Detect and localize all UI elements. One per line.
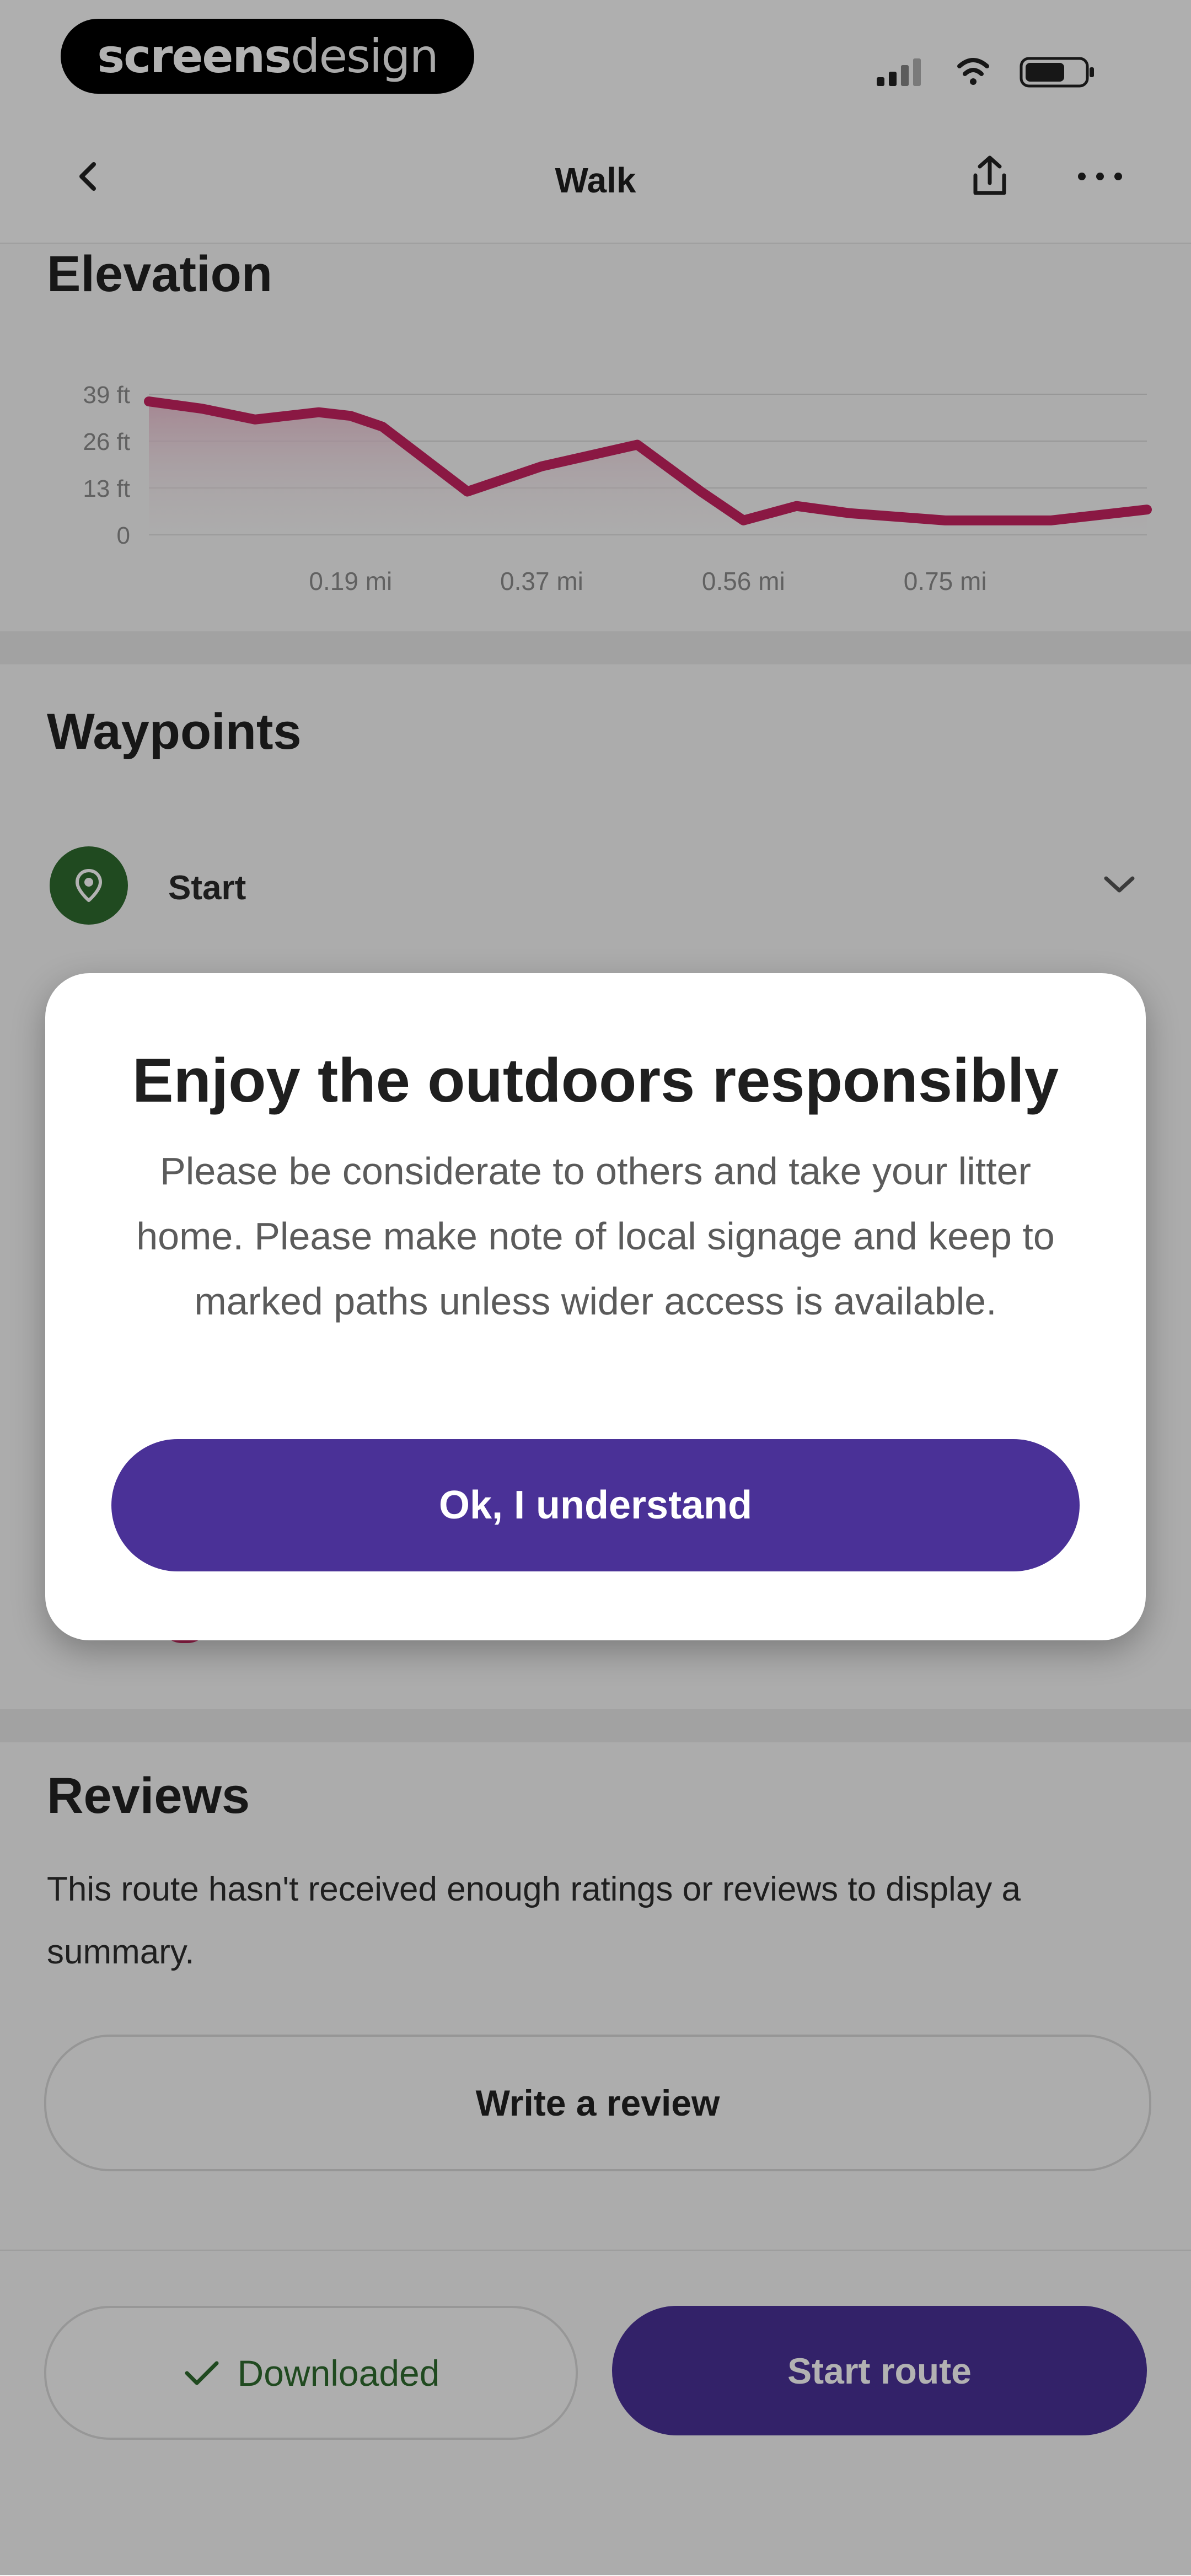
responsibility-modal: Enjoy the outdoors responsibly Please be… — [45, 973, 1146, 1640]
modal-body: Please be considerate to others and take… — [136, 1150, 1055, 1323]
modal-title: Enjoy the outdoors responsibly — [132, 1046, 1059, 1115]
understand-button[interactable]: Ok, I understand — [111, 1439, 1080, 1571]
